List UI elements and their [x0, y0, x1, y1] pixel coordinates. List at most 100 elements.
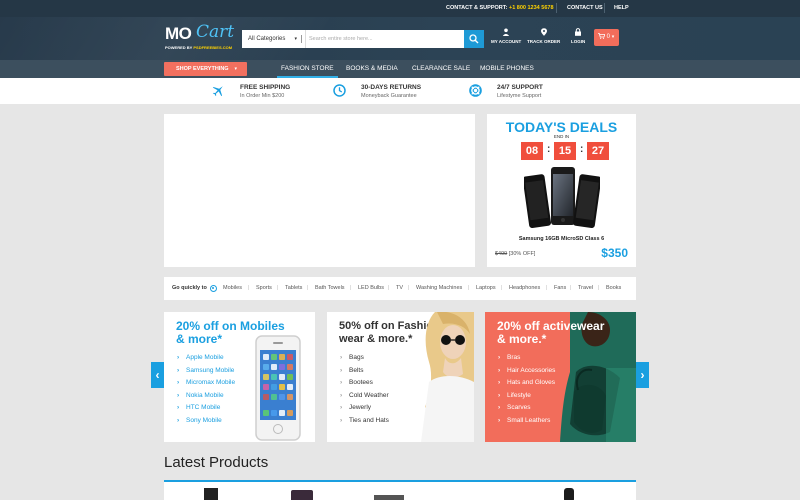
cart-count: 0: [606, 34, 611, 40]
divider: |: [248, 285, 250, 291]
support-phone[interactable]: +1 800 1234 5678: [509, 5, 554, 11]
product-thumbnail[interactable]: [564, 488, 574, 500]
quick-link-mobiles[interactable]: Mobiles: [223, 285, 242, 291]
quick-link-tv[interactable]: TV: [396, 285, 403, 291]
divider: |: [598, 285, 600, 291]
promo-list: Bras Hair Accessories Hats and Gloves Li…: [497, 352, 555, 428]
promo-link[interactable]: Micromax Mobile: [176, 377, 235, 390]
timer-colon: :: [580, 144, 584, 155]
search-button[interactable]: [464, 30, 484, 48]
promo-link[interactable]: Small Leathers: [497, 415, 555, 428]
promo-link[interactable]: Scarves: [497, 402, 555, 415]
hero-banner-slider[interactable]: [164, 114, 475, 267]
promo-list: Apple Mobile Samsung Mobile Micromax Mob…: [176, 352, 235, 428]
track-order-label: TRACK ORDER: [527, 39, 561, 44]
nav-books-media[interactable]: BOOKS & MEDIA: [346, 60, 398, 78]
timer-hours: 08: [521, 142, 543, 160]
feature-subtitle: In Order Min $200: [240, 93, 285, 99]
promo-link[interactable]: Hats and Gloves: [497, 377, 555, 390]
latest-products-heading: Latest Products: [164, 454, 269, 471]
chevron-down-icon: ▾: [234, 66, 237, 72]
shop-everything-button[interactable]: SHOP EVERYTHING ▾: [164, 62, 247, 76]
login-link[interactable]: LOGIN: [571, 28, 585, 44]
map-pin-icon: [540, 28, 547, 36]
deals-title: TODAY'S DEALS: [505, 119, 618, 135]
deals-end-in-label: END IN: [553, 134, 570, 139]
phone-product-image[interactable]: [524, 167, 600, 233]
quick-link-fans[interactable]: Fans: [554, 285, 566, 291]
promo-link[interactable]: Sony Mobile: [176, 415, 235, 428]
product-thumbnail[interactable]: [291, 490, 313, 500]
promo-link[interactable]: HTC Mobile: [176, 402, 235, 415]
iphone-image: [255, 335, 301, 441]
product-thumbnail[interactable]: [374, 495, 404, 500]
divider: |: [388, 285, 390, 291]
divider: [604, 3, 605, 13]
lifebuoy-icon: [469, 84, 482, 97]
contact-support-label: CONTACT & SUPPORT:: [446, 5, 508, 11]
todays-deals[interactable]: TODAY'S DEALS END IN 08 : 15 : 27 Samsun…: [487, 114, 636, 267]
promo-activewear[interactable]: 20% off activewear& more.* Bras Hair Acc…: [485, 312, 636, 442]
clock-icon: [333, 84, 346, 97]
divider: |: [501, 285, 503, 291]
timer-minutes: 15: [554, 142, 576, 160]
my-account-label: MY ACCOUNT: [491, 39, 522, 44]
product-thumbnail[interactable]: [204, 488, 218, 500]
quick-link-headphones[interactable]: Headphones: [509, 285, 540, 291]
carousel-next-button[interactable]: ›: [636, 362, 649, 388]
divider: |: [408, 285, 410, 291]
quick-link-led-bulbs[interactable]: LED Bulbs: [358, 285, 384, 291]
category-select-value: All Categories: [248, 36, 286, 42]
shop-everything-label: SHOP EVERYTHING: [176, 66, 229, 72]
track-order-link[interactable]: TRACK ORDER: [527, 28, 560, 44]
quick-link-laptops[interactable]: Laptops: [476, 285, 496, 291]
quick-link-sports[interactable]: Sports: [256, 285, 272, 291]
category-select[interactable]: All Categories ▾: [242, 30, 306, 48]
lock-icon: [575, 28, 582, 36]
quick-link-bath-towels[interactable]: Bath Towels: [315, 285, 345, 291]
nav-clearance-sale[interactable]: CLEARANCE SALE: [412, 60, 470, 78]
promo-link[interactable]: Ties and Hats: [339, 415, 389, 428]
nav-mobile-phones[interactable]: MOBILE PHONES: [480, 60, 534, 78]
promo-link[interactable]: Bootees: [339, 377, 389, 390]
promo-link[interactable]: Bags: [339, 352, 389, 365]
timer-seconds: 27: [587, 142, 609, 160]
feature-subtitle: Moneyback Guarantee: [361, 93, 417, 99]
promo-link[interactable]: Samsung Mobile: [176, 365, 235, 378]
promo-link[interactable]: Apple Mobile: [176, 352, 235, 365]
logo[interactable]: MO Cart POWERED BY PSDFREEBIES.COM: [165, 22, 240, 53]
promo-link[interactable]: Hair Accessories: [497, 365, 555, 378]
chevron-down-icon: ▾: [611, 34, 615, 40]
promo-title: 20% off activewear & more.*: [497, 319, 605, 346]
quick-link-travel[interactable]: Travel: [578, 285, 593, 291]
nav-fashion-store[interactable]: FASHION STORE: [277, 60, 338, 78]
my-account-link[interactable]: MY ACCOUNT: [491, 28, 521, 44]
contact-us-link[interactable]: CONTACT US: [567, 5, 603, 11]
quick-link-washing-machines[interactable]: Washing Machines: [416, 285, 462, 291]
search-input[interactable]: [309, 33, 459, 45]
target-icon: [210, 285, 217, 292]
logo-powered-by: POWERED BY PSDFREEBIES.COM: [165, 45, 233, 50]
cart-button[interactable]: 0 ▾: [594, 29, 619, 46]
feature-title: FREE SHIPPING: [240, 84, 291, 91]
promo-link[interactable]: Nokia Mobile: [176, 390, 235, 403]
quick-link-books[interactable]: Books: [606, 285, 621, 291]
divider: |: [468, 285, 470, 291]
cart-icon: [598, 33, 606, 39]
promo-fashion[interactable]: 50% off on Fashionwear & more.* Bags Bel…: [327, 312, 474, 442]
promo-mobiles[interactable]: 20% off on Mobiles& more* Apple Mobile S…: [164, 312, 315, 442]
promo-link[interactable]: Lifestyle: [497, 390, 555, 403]
promo-link[interactable]: Belts: [339, 365, 389, 378]
promo-link[interactable]: Jewerly: [339, 402, 389, 415]
help-link[interactable]: HELP: [614, 5, 629, 11]
promo-link[interactable]: Cold Weather: [339, 390, 389, 403]
divider: |: [546, 285, 548, 291]
carousel-prev-button[interactable]: ‹: [151, 362, 164, 388]
deal-product-name[interactable]: Samsung 16GB MicroSD Class 6: [487, 236, 636, 242]
promo-link[interactable]: Bras: [497, 352, 555, 365]
deal-old-price: $499 [30% OFF]: [495, 251, 536, 257]
latest-products-list: [164, 480, 636, 500]
quick-link-tablets[interactable]: Tablets: [285, 285, 302, 291]
divider: |: [350, 285, 352, 291]
main-nav: SHOP EVERYTHING ▾ FASHION STORE BOOKS & …: [0, 60, 800, 78]
